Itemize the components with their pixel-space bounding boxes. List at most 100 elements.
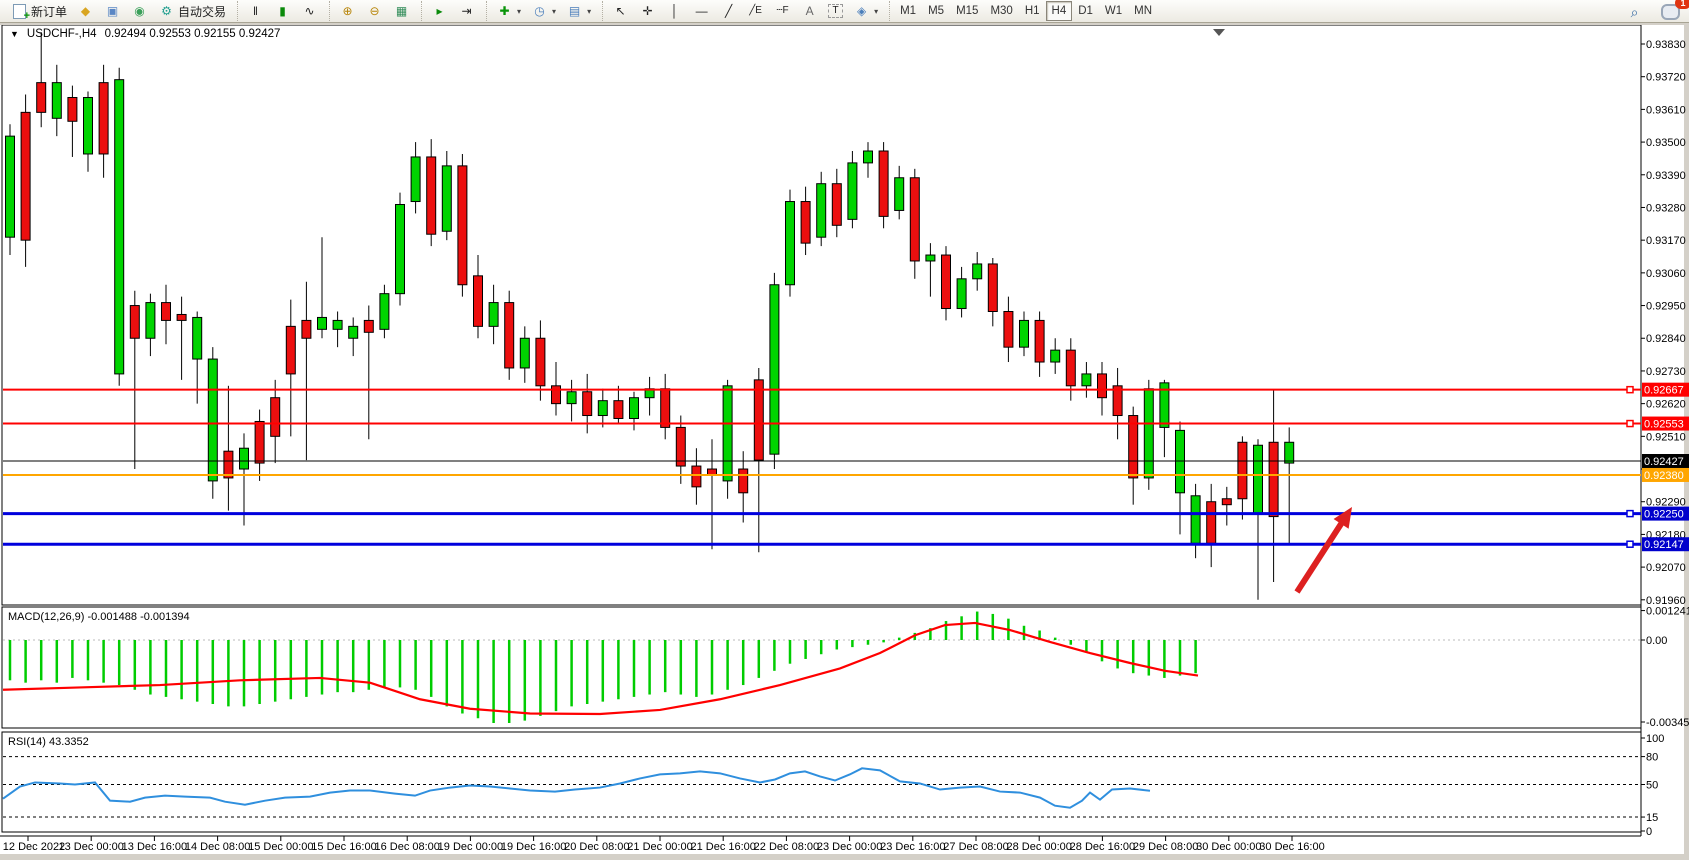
templates-button[interactable]: ▤▾	[561, 0, 596, 22]
chevron-down-icon: ▾	[552, 7, 556, 16]
timeframe-M15[interactable]: M15	[950, 1, 984, 21]
autotrading-icon: ⚙	[158, 4, 175, 19]
bar-chart-button[interactable]: ‖	[242, 0, 269, 22]
autotrading-button[interactable]: ⚙ 自动交易	[153, 0, 231, 22]
svg-text:0.92380: 0.92380	[1644, 470, 1684, 482]
price-tick: 0.93610	[1646, 104, 1686, 116]
symbol-period: USDCHF-,H4	[27, 28, 97, 40]
terminal-button[interactable]: ▣	[99, 0, 126, 22]
candlestick-icon: ▮	[274, 4, 291, 19]
new-order-icon: +	[11, 4, 28, 19]
timeframe-D1[interactable]: D1	[1072, 1, 1099, 21]
timeframe-H4[interactable]: H4	[1046, 1, 1073, 21]
fibonacci-icon: ╱E	[747, 4, 764, 19]
svg-text:50: 50	[1646, 780, 1658, 792]
new-order-button[interactable]: + 新订单	[6, 0, 72, 22]
clock-icon: ◷	[531, 4, 548, 19]
text-button[interactable]: A	[796, 0, 823, 22]
price-tick: 0.92840	[1646, 333, 1686, 345]
auto-scroll-icon: ▸	[431, 4, 448, 19]
price-tick: 0.92730	[1646, 366, 1686, 378]
time-tick: 21 Dec 16:00	[690, 841, 755, 853]
time-tick: 28 Dec 00:00	[1006, 841, 1071, 853]
search-icon: ⌕	[1626, 5, 1643, 20]
shapes-icon: ◈	[853, 4, 870, 19]
signal-icon: ◉	[131, 4, 148, 19]
svg-text:0.00: 0.00	[1646, 635, 1667, 647]
indicators-button[interactable]: ✚▾	[491, 0, 526, 22]
periods-button[interactable]: ◷▾	[526, 0, 561, 22]
horizontal-line-button[interactable]: —	[688, 0, 715, 22]
svg-text:0.92427: 0.92427	[1644, 456, 1684, 468]
indicators-icon: ✚	[496, 4, 513, 19]
zoom-in-button[interactable]: ⊕	[334, 0, 361, 22]
macd-indicator-label: MACD(12,26,9) -0.001488 -0.001394	[8, 611, 190, 623]
chart-title: ▼ USDCHF-,H4 0.92494 0.92553 0.92155 0.9…	[10, 28, 280, 40]
grid-channel-icon: ┄F	[774, 4, 791, 19]
price-tick: 0.93280	[1646, 202, 1686, 214]
price-tick: 0.93060	[1646, 268, 1686, 280]
time-tick: 27 Dec 08:00	[943, 841, 1008, 853]
rsi-indicator-label: RSI(14) 43.3352	[8, 736, 89, 748]
auto-scroll-button[interactable]: ▸	[426, 0, 453, 22]
svg-text:0.92553: 0.92553	[1644, 419, 1684, 431]
vertical-line-icon: │	[666, 4, 683, 19]
svg-text:0.92147: 0.92147	[1644, 539, 1684, 551]
price-tick: 0.93500	[1646, 137, 1686, 149]
price-tick: 0.92950	[1646, 301, 1686, 313]
timeframe-M30[interactable]: M30	[984, 1, 1018, 21]
fibonacci-button[interactable]: ╱E	[742, 0, 769, 22]
time-tick: 23 Dec 00:00	[817, 841, 882, 853]
chart-shift-button[interactable]: ⇥	[453, 0, 480, 22]
candlestick-chart-button[interactable]: ▮	[269, 0, 296, 22]
trendline-button[interactable]: ╱	[715, 0, 742, 22]
bar-chart-icon: ‖	[247, 4, 264, 19]
new-order-label: 新订单	[31, 3, 67, 20]
ohlc-values: 0.92494 0.92553 0.92155 0.92427	[105, 28, 281, 40]
time-tick: 15 Dec 00:00	[248, 841, 313, 853]
horizontal-line-icon: —	[693, 4, 710, 19]
time-tick: 13 Dec 00:00	[58, 841, 123, 853]
tile-windows-button[interactable]: ▦	[388, 0, 415, 22]
market-watch-button[interactable]: ◉	[126, 0, 153, 22]
timeframe-M5[interactable]: M5	[922, 1, 950, 21]
chat-button[interactable]: 1	[1656, 1, 1685, 23]
line-chart-button[interactable]: ∿	[296, 0, 323, 22]
time-tick: 19 Dec 00:00	[438, 841, 503, 853]
time-tick: 13 Dec 16:00	[122, 841, 187, 853]
time-tick: 29 Dec 08:00	[1133, 841, 1198, 853]
price-tick: 0.93390	[1646, 170, 1686, 182]
timeframe-M1[interactable]: M1	[894, 1, 922, 21]
chevron-down-icon: ▾	[874, 7, 878, 16]
svg-text:-0.003459: -0.003459	[1646, 717, 1689, 729]
timeframe-group: M1M5M15M30H1H4D1W1MN	[889, 1, 1162, 21]
collapse-caret-icon[interactable]: ▼	[10, 29, 19, 39]
crosshair-icon: ✛	[639, 4, 656, 19]
text-label-icon: T	[828, 4, 843, 18]
timeframe-MN[interactable]: MN	[1128, 1, 1158, 21]
price-tick: 0.93170	[1646, 235, 1686, 247]
text-label-button[interactable]: T	[823, 0, 848, 22]
chart-window[interactable]: 0.938300.937200.936100.935000.933900.932…	[0, 25, 1689, 860]
timeframe-H1[interactable]: H1	[1019, 1, 1046, 21]
autotrading-label: 自动交易	[178, 3, 226, 20]
crosshair-button[interactable]: ✛	[634, 0, 661, 22]
cursor-button[interactable]: ↖	[607, 0, 634, 22]
text-icon: A	[801, 4, 818, 19]
time-tick: 28 Dec 16:00	[1070, 841, 1135, 853]
timeframe-W1[interactable]: W1	[1099, 1, 1128, 21]
svg-text:0.001241: 0.001241	[1646, 606, 1689, 618]
time-tick: 30 Dec 16:00	[1259, 841, 1324, 853]
time-tick: 30 Dec 00:00	[1196, 841, 1261, 853]
equidistant-channel-button[interactable]: ┄F	[769, 0, 796, 22]
vertical-line-button[interactable]: │	[661, 0, 688, 22]
time-tick: 14 Dec 08:00	[185, 841, 250, 853]
arrows-button[interactable]: ◈▾	[848, 0, 883, 22]
search-button[interactable]: ⌕	[1621, 1, 1648, 23]
svg-text:15: 15	[1646, 812, 1658, 824]
zoom-out-button[interactable]: ⊖	[361, 0, 388, 22]
metaeditor-button[interactable]: ◆	[72, 0, 99, 22]
chart-canvas[interactable]: 0.938300.937200.936100.935000.933900.932…	[0, 25, 1689, 860]
zoom-out-icon: ⊖	[366, 4, 383, 19]
template-icon: ▤	[566, 4, 583, 19]
